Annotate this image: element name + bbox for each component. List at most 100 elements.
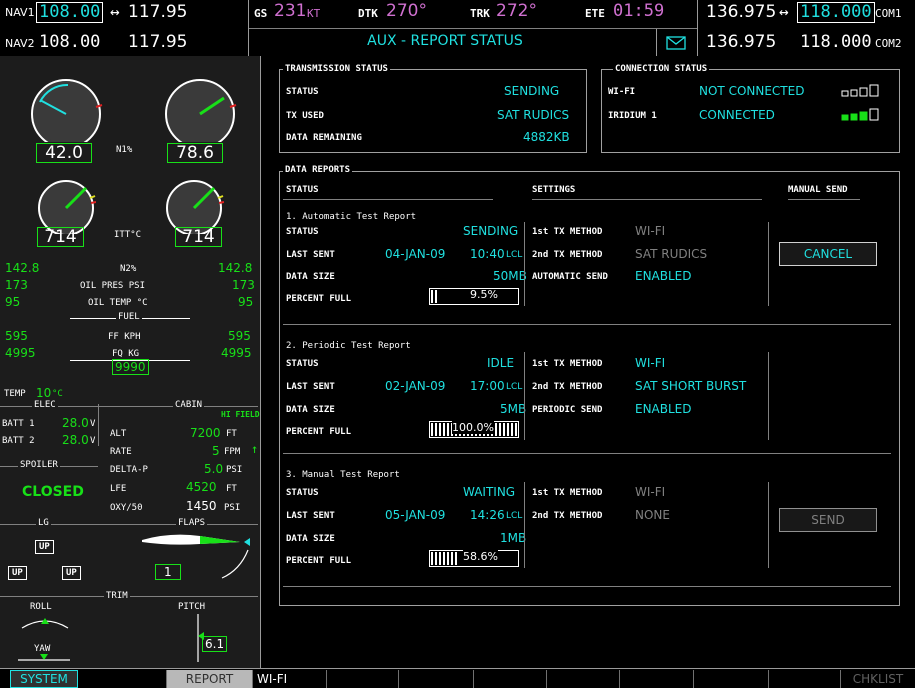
batt1-value: 28.0 <box>62 416 89 430</box>
report-name: 3. Manual Test Report <box>286 470 400 480</box>
fq-right-value: 4995 <box>221 346 252 360</box>
iridium-label: IRIDIUM 1 <box>608 111 657 121</box>
last-sent-unit: LCL <box>506 382 523 392</box>
ete-value: 01:59 <box>613 1 665 21</box>
softkey-blank-7[interactable] <box>693 670 769 688</box>
elec-label: ELEC <box>32 400 58 410</box>
divider <box>283 586 891 587</box>
softkey-report[interactable]: REPORT <box>166 670 252 688</box>
iridium-signal-icon <box>841 108 879 121</box>
last-sent-time: 14:26 <box>470 508 505 522</box>
report-status-value: WAITING <box>463 485 516 499</box>
last-sent-unit: LCL <box>506 250 523 260</box>
engine-indication-panel: 42.0 N1% 78.6 714 ITT°C 714 142.8 N2% 14… <box>0 56 261 668</box>
ff-right-value: 595 <box>228 329 251 343</box>
oil-pres-left-value: 173 <box>5 278 28 292</box>
page-title: AUX - REPORT STATUS <box>367 33 523 49</box>
divider <box>283 453 891 454</box>
iridium-status-value: CONNECTED <box>699 108 775 122</box>
lfe-label: LFE <box>110 484 127 494</box>
data-reports-title: DATA REPORTS <box>283 165 353 175</box>
softkey-blank-5[interactable] <box>546 670 620 688</box>
nav2-active-freq[interactable]: 108.00 <box>39 32 100 52</box>
softkey-blank-4[interactable] <box>473 670 547 688</box>
divider <box>98 404 99 446</box>
com1-standby-freq[interactable]: 136.975 <box>706 2 776 22</box>
report-status-label: STATUS <box>286 488 319 498</box>
oil-temp-left-value: 95 <box>5 295 21 309</box>
percent-full-label: PERCENT FULL <box>286 427 352 437</box>
fuel-label: FUEL <box>116 312 142 322</box>
percent-full-label: PERCENT FULL <box>286 556 352 566</box>
softkey-blank-2[interactable] <box>326 670 399 688</box>
spoiler-status: CLOSED <box>22 484 84 500</box>
batt2-unit: V <box>90 436 96 446</box>
pitch-trim-label: PITCH <box>178 602 206 612</box>
percent-full-bar: 100.0% <box>429 421 519 438</box>
report-name: 1. Automatic Test Report <box>286 212 417 222</box>
oil-pres-label: OIL PRES PSI <box>80 281 146 291</box>
setting1-label: 1st TX METHOD <box>532 227 603 237</box>
gs-label: GS <box>254 7 268 20</box>
softkey-wifi[interactable]: WI-FI <box>252 670 327 688</box>
data-size-label: DATA SIZE <box>286 272 335 282</box>
softkey-blank-3[interactable] <box>398 670 474 688</box>
data-remaining-value: 4882KB <box>523 130 570 144</box>
last-sent-label: LAST SENT <box>286 382 335 392</box>
softkey-blank-1[interactable] <box>87 670 165 688</box>
softkey-system[interactable]: SYSTEM <box>10 670 78 688</box>
gs-value: 231 <box>274 1 307 21</box>
fq-label: FQ KG <box>112 349 140 359</box>
rate-up-arrow-icon: ↑ <box>251 442 259 456</box>
wifi-signal-icon <box>841 84 879 97</box>
setting2-label: 2nd TX METHOD <box>532 511 603 521</box>
gear-nose-indicator: UP <box>35 540 54 554</box>
divider <box>524 222 525 306</box>
setting2-value: SAT RUDICS <box>635 247 708 261</box>
setting3-label: AUTOMATIC SEND <box>532 272 608 282</box>
cabin-alt-value: 7200 <box>190 426 221 440</box>
nav1-standby-freq[interactable]: 117.95 <box>128 2 187 22</box>
cabin-rate-label: RATE <box>110 447 132 457</box>
itt-left-value: 714 <box>37 227 84 247</box>
softkey-chklist[interactable]: CHKLIST <box>840 670 915 688</box>
divider <box>697 0 698 56</box>
trk-value: 272° <box>496 1 537 21</box>
envelope-icon[interactable] <box>666 36 686 50</box>
divider <box>656 29 657 56</box>
percent-full-fill <box>431 552 459 565</box>
lfe-unit: FT <box>226 484 237 494</box>
n2-left-value: 142.8 <box>5 261 40 275</box>
transmission-status-title: TRANSMISSION STATUS <box>283 64 390 74</box>
percent-full-value: 9.5% <box>470 288 498 301</box>
report-name: 2. Periodic Test Report <box>286 341 411 351</box>
com1-label: COM1 <box>875 7 902 20</box>
setting2-label: 2nd TX METHOD <box>532 382 603 392</box>
divider <box>768 482 769 568</box>
softkey-bar: SYSTEM REPORT WI-FI CHKLIST <box>0 668 915 688</box>
setting3-value: ENABLED <box>635 402 692 416</box>
wifi-status-value: NOT CONNECTED <box>699 84 805 98</box>
data-size-value: 5MB <box>500 402 527 416</box>
setting2-value: SAT SHORT BURST <box>635 379 747 393</box>
batt2-label: BATT 2 <box>2 436 35 446</box>
nav2-standby-freq[interactable]: 117.95 <box>128 32 187 52</box>
last-sent-label: LAST SENT <box>286 250 335 260</box>
send-button[interactable]: SEND <box>779 508 877 532</box>
divider <box>788 199 860 200</box>
lfe-value: 4520 <box>186 480 217 494</box>
data-size-label: DATA SIZE <box>286 405 335 415</box>
connection-status-title: CONNECTION STATUS <box>613 64 710 74</box>
nav1-label: NAV1 <box>5 6 35 19</box>
com2-active-freq[interactable]: 118.000 <box>800 32 872 52</box>
com1-active-freq[interactable]: 118.000 <box>797 2 875 23</box>
last-sent-unit: LCL <box>506 511 523 521</box>
nav1-active-freq[interactable]: 108.00 <box>36 2 104 23</box>
com2-standby-freq[interactable]: 136.975 <box>706 32 776 52</box>
itt-label: ITT°C <box>114 230 142 240</box>
n1-label: N1% <box>116 145 133 155</box>
softkey-blank-8[interactable] <box>768 670 841 688</box>
cancel-button[interactable]: CANCEL <box>779 242 877 266</box>
temp-label: TEMP <box>4 389 26 399</box>
softkey-blank-6[interactable] <box>619 670 694 688</box>
